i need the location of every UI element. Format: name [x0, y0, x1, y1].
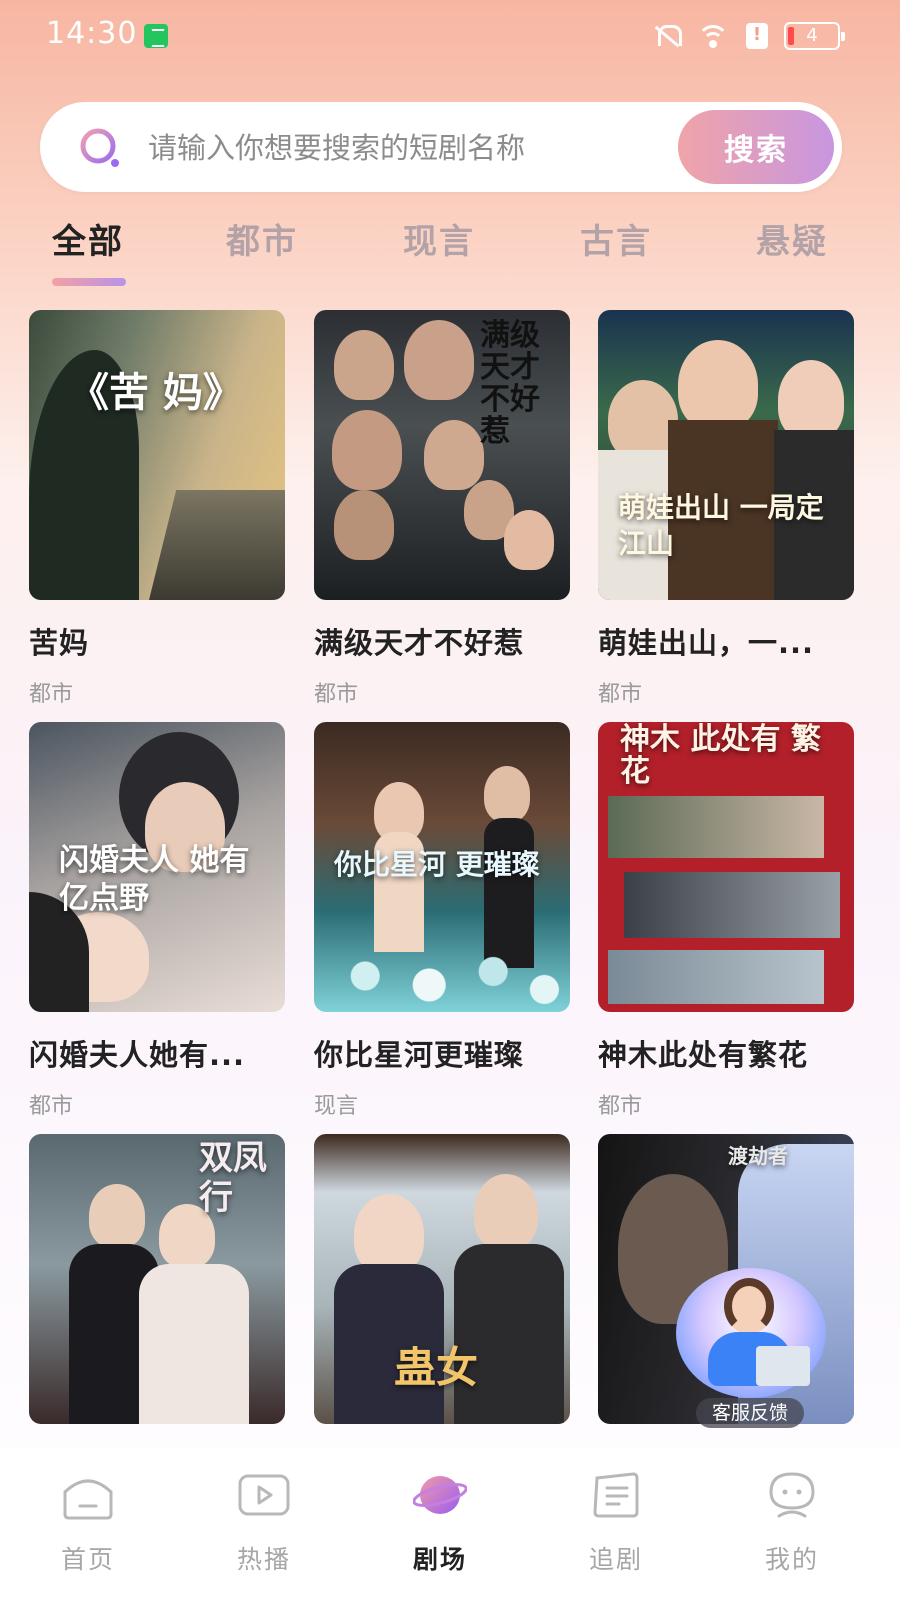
drama-title: 萌娃出山，一... [598, 626, 815, 660]
drama-card[interactable]: 双凤行 [29, 1134, 285, 1424]
customer-service-label: 客服反馈 [696, 1398, 804, 1428]
drama-poster[interactable]: 你比星河 更璀璨 [314, 722, 570, 1012]
search-icon [80, 128, 119, 167]
drama-genre: 都市 [29, 1094, 74, 1119]
list-icon [593, 1472, 639, 1518]
drama-card[interactable]: 《苦 妈》 苦妈 都市 [29, 310, 285, 708]
poster-title-text: 满级天才不好惹 [480, 318, 540, 449]
profile-icon [769, 1472, 815, 1518]
drama-poster[interactable]: 蛊女 [314, 1134, 570, 1424]
nav-theater[interactable]: 剧场 [370, 1464, 510, 1594]
drama-genre: 都市 [598, 682, 643, 707]
nav-hot[interactable]: 热播 [194, 1464, 334, 1594]
wifi-icon [696, 23, 730, 49]
drama-title: 满级天才不好惹 [314, 626, 525, 660]
drama-poster[interactable]: 闪婚夫人 她有亿点野 [29, 722, 285, 1012]
poster-title-text: 神木 此处有 繁花 [620, 722, 821, 789]
home-icon [63, 1479, 113, 1520]
nav-label: 剧场 [412, 1545, 467, 1574]
drama-poster[interactable]: 萌娃出山 一局定江山 [598, 310, 854, 600]
status-bar: 14:30 4 [0, 0, 900, 72]
drama-genre: 都市 [29, 682, 74, 707]
drama-card[interactable]: 闪婚夫人 她有亿点野 闪婚夫人她有... 都市 [29, 722, 285, 1120]
laptop-icon [756, 1346, 810, 1386]
mute-bell-icon [654, 23, 682, 49]
poster-title-text: 渡劫者 [728, 1144, 788, 1168]
poster-title-text: 你比星河 更璀璨 [334, 848, 540, 881]
drama-title: 闪婚夫人她有... [29, 1038, 246, 1072]
nav-label: 追剧 [588, 1545, 643, 1574]
planet-icon [413, 1476, 467, 1514]
drama-card[interactable]: 萌娃出山 一局定江山 萌娃出山，一... 都市 [598, 310, 854, 708]
drama-poster[interactable]: 《苦 妈》 [29, 310, 285, 600]
tab-ancient-romance[interactable]: 古言 [580, 214, 652, 263]
drama-genre: 现言 [314, 1094, 359, 1119]
play-icon [238, 1474, 290, 1516]
drama-title: 苦妈 [29, 626, 90, 660]
nav-label: 首页 [60, 1545, 115, 1574]
drama-genre: 都市 [598, 1094, 643, 1119]
drama-poster[interactable]: 满级天才不好惹 [314, 310, 570, 600]
nav-profile[interactable]: 我的 [722, 1464, 862, 1594]
status-icons: 4 [654, 20, 845, 52]
tab-all[interactable]: 全部 [52, 214, 124, 263]
poster-title-text: 闪婚夫人 她有亿点野 [59, 843, 250, 916]
drama-title: 你比星河更璀璨 [314, 1038, 525, 1072]
drama-card[interactable]: 你比星河 更璀璨 你比星河更璀璨 现言 [314, 722, 570, 1120]
drama-genre: 都市 [314, 682, 359, 707]
bottom-nav: 首页 热播 剧场 追剧 我的 [0, 1448, 900, 1600]
drama-poster[interactable]: 神木 此处有 繁花 [598, 722, 854, 1012]
tab-urban[interactable]: 都市 [226, 214, 298, 263]
poster-title-text: 蛊女 [394, 1343, 479, 1392]
drama-card[interactable]: 神木 此处有 繁花 神木此处有繁花 都市 [598, 722, 854, 1120]
alert-icon [746, 23, 768, 49]
agent-avatar-icon [724, 1278, 774, 1334]
drama-title: 神木此处有繁花 [598, 1038, 809, 1072]
search-button[interactable]: 搜索 [678, 110, 834, 184]
category-tabs: 全部 都市 现言 古言 悬疑 [0, 214, 900, 294]
drama-poster[interactable]: 双凤行 [29, 1134, 285, 1424]
drama-card[interactable]: 满级天才不好惹 满级天才不好惹 都市 [314, 310, 570, 708]
status-time: 14:30 [46, 16, 138, 51]
tab-mystery[interactable]: 悬疑 [756, 214, 828, 263]
poster-title-text: 萌娃出山 一局定江山 [618, 491, 824, 560]
nav-following[interactable]: 追剧 [546, 1464, 686, 1594]
tab-indicator [52, 278, 126, 286]
nav-label: 我的 [764, 1545, 819, 1574]
customer-service-button[interactable]: 客服反馈 [672, 1268, 832, 1428]
tab-modern-romance[interactable]: 现言 [403, 214, 475, 263]
search-input[interactable] [148, 126, 668, 170]
drama-card[interactable]: 蛊女 [314, 1134, 570, 1424]
search-bar: 搜索 [40, 102, 842, 192]
hourglass-icon [144, 24, 168, 48]
poster-title-text: 双凤行 [199, 1138, 267, 1218]
nav-label: 热播 [236, 1545, 291, 1574]
battery-icon: 4 [784, 22, 845, 50]
nav-home[interactable]: 首页 [18, 1464, 158, 1594]
poster-title-text: 《苦 妈》 [69, 369, 243, 416]
